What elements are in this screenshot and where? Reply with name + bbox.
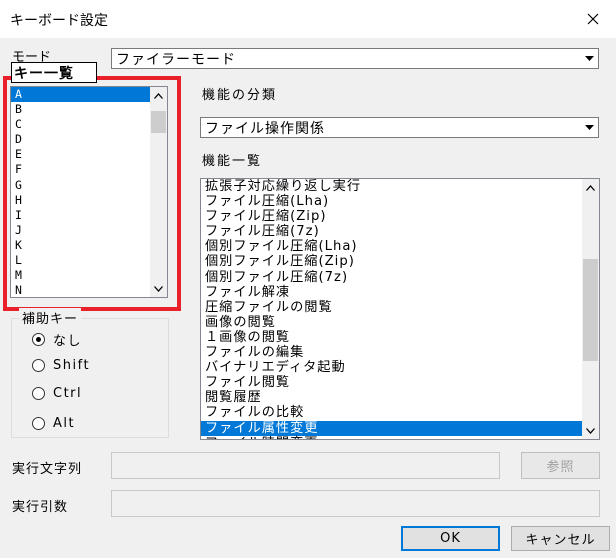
function-list-item[interactable]: 拡張子対応繰り返し実行 [201, 179, 599, 194]
scroll-up-icon[interactable] [582, 179, 599, 196]
scroll-up-icon[interactable] [150, 87, 167, 104]
category-label: 機能の分類 [202, 88, 278, 103]
exec-string-field[interactable] [111, 452, 500, 479]
function-list-item[interactable]: ファイル圧縮(7z) [201, 224, 599, 239]
function-list-item[interactable]: ファイル属性変更 [201, 420, 599, 436]
close-icon [587, 13, 599, 25]
function-list-item[interactable]: ファイルの比較 [201, 405, 599, 420]
key-list-item[interactable]: D [11, 132, 167, 147]
key-list-item[interactable]: I [11, 208, 167, 223]
mode-select-value: ファイラーモード [116, 51, 236, 68]
modifier-option-label: Alt [53, 416, 76, 431]
radio-button[interactable] [32, 387, 45, 400]
chevron-down-icon [581, 118, 598, 137]
function-list-item[interactable]: ファイル圧縮(Zip) [201, 209, 599, 224]
scrollbar-thumb[interactable] [151, 111, 166, 133]
cancel-button[interactable]: キャンセル [511, 526, 610, 551]
modifier-option[interactable]: Ctrl [32, 386, 82, 401]
key-list-item[interactable]: A [11, 87, 167, 103]
key-list-item[interactable]: E [11, 147, 167, 162]
function-list-scrollbar[interactable] [582, 179, 599, 439]
modifier-option[interactable]: Alt [32, 416, 75, 431]
key-list-item[interactable]: C [11, 117, 167, 132]
function-listbox[interactable]: 拡張子対応繰り返し実行 ファイル圧縮(Lha) ファイル圧縮(Zip) ファイル圧縮(… [200, 178, 600, 440]
function-list-item[interactable]: 圧縮ファイルの閲覧 [201, 300, 599, 315]
exec-args-label: 実行引数 [12, 500, 69, 515]
key-list-item[interactable]: M [11, 268, 167, 283]
function-list-item[interactable]: 個別ファイル圧縮(7z) [201, 270, 599, 285]
function-list-item[interactable]: バイナリエディタ起動 [201, 360, 599, 375]
function-list-item[interactable]: ファイルの編集 [201, 345, 599, 360]
key-list-item[interactable]: H [11, 193, 167, 208]
exec-args-field[interactable] [111, 490, 600, 517]
function-list-item[interactable]: 画像の閲覧 [201, 315, 599, 330]
key-list-item[interactable]: K [11, 238, 167, 253]
key-list-item[interactable]: N [11, 283, 167, 297]
function-list-item[interactable]: 個別ファイル圧縮(Lha) [201, 239, 599, 254]
category-select-value: ファイル操作関係 [205, 120, 325, 137]
function-list-item[interactable]: 個別ファイル圧縮(Zip) [201, 254, 599, 269]
key-list-item[interactable]: B [11, 102, 167, 117]
key-list-item[interactable]: F [11, 162, 167, 177]
modifier-option[interactable]: なし [32, 330, 82, 349]
key-list-item[interactable]: J [11, 223, 167, 238]
function-list-label: 機能一覧 [202, 154, 263, 169]
ok-button[interactable]: OK [401, 526, 500, 551]
key-list-scrollbar[interactable] [150, 87, 167, 297]
key-listbox[interactable]: ABCDEFGHIJKLMN [10, 86, 168, 298]
browse-button[interactable]: 参照 [521, 452, 600, 479]
modifier-option-label: Shift [53, 358, 91, 373]
function-list-item[interactable]: ファイル閲覧 [201, 375, 599, 390]
key-list-item[interactable]: G [11, 178, 167, 193]
scroll-down-icon[interactable] [582, 422, 599, 439]
function-list-item[interactable]: 閲覧履歴 [201, 390, 599, 405]
function-list-item[interactable]: ファイル時間変更 [201, 436, 599, 439]
radio-button[interactable] [32, 333, 45, 346]
modifier-option-label: なし [53, 334, 83, 349]
scroll-down-icon[interactable] [150, 280, 167, 297]
function-list-item[interactable]: １画像の閲覧 [201, 330, 599, 345]
radio-button[interactable] [32, 417, 45, 430]
modifier-option[interactable]: Shift [32, 358, 90, 373]
modifier-group-label: 補助キー [19, 308, 82, 327]
radio-button[interactable] [32, 359, 45, 372]
close-button[interactable] [570, 0, 616, 38]
key-list-item[interactable]: L [11, 253, 167, 268]
mode-select[interactable]: ファイラーモード [111, 48, 599, 69]
window-title: キーボード設定 [10, 13, 108, 29]
category-select[interactable]: ファイル操作関係 [200, 117, 599, 138]
scrollbar-thumb[interactable] [583, 259, 598, 361]
key-list-header: キー一覧 [11, 62, 97, 83]
modifier-option-label: Ctrl [53, 386, 83, 401]
function-list-item[interactable]: ファイル解凍 [201, 285, 599, 300]
function-list-item[interactable]: ファイル圧縮(Lha) [201, 194, 599, 209]
exec-string-label: 実行文字列 [12, 462, 83, 477]
chevron-down-icon [581, 49, 598, 68]
